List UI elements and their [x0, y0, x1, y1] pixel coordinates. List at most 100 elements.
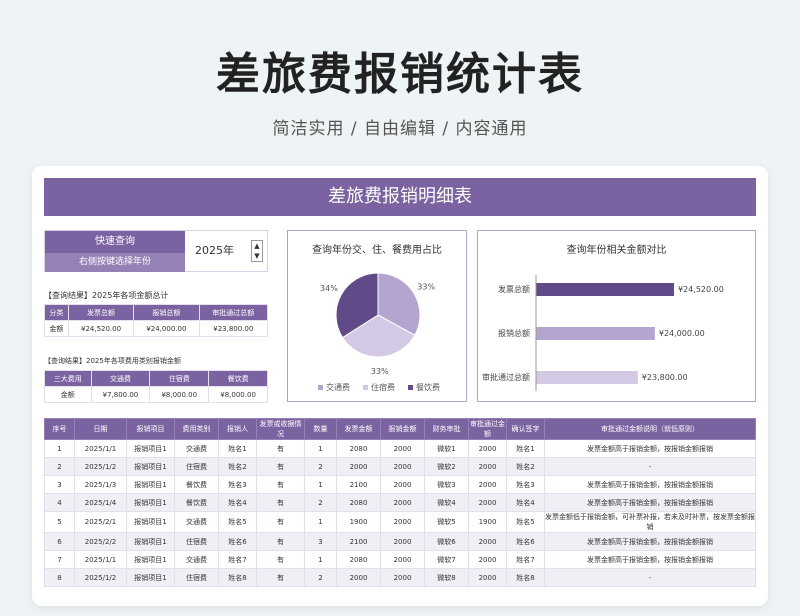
bar-chart: 发票总额 ¥24,520.00 报销总额 ¥24,000.00 审批通过总额 ¥23,80… — [482, 275, 724, 391]
table-cell: 姓名4 — [218, 493, 257, 512]
quick-query-hint: 右侧按键选择年份 — [45, 253, 185, 272]
table-cell: - — [544, 457, 756, 476]
summary1-header: 报销总额 — [133, 304, 200, 321]
table-cell: 微软6 — [424, 532, 469, 551]
year-spinner[interactable]: ▲ ▼ — [251, 240, 263, 262]
table-row: 8 2025/1/2 报销项目1 住宿费 姓名8 有 2 2000 2000 微软8 2000 姓名8… — [44, 568, 756, 587]
table-cell: 2025/1/2 — [74, 457, 127, 476]
table-cell: 发票金额低于报销金额，可补票补报，若未及时补票，按发票金额报销 — [544, 511, 756, 533]
table-cell: 姓名7 — [218, 550, 257, 569]
table-cell: 2100 — [336, 532, 381, 551]
table-cell: 报销项目1 — [126, 493, 175, 512]
summary1-header: 发票总额 — [67, 304, 135, 321]
table-cell: 微软3 — [424, 475, 469, 494]
table-cell: 报销项目1 — [126, 532, 175, 551]
table-cell: 2000 — [380, 493, 425, 512]
table-cell: 发票金额高于报销金额，按报销金额报销 — [544, 475, 756, 494]
summary2-cell: ¥7,800.00 — [90, 386, 151, 403]
table-cell: 3 — [304, 532, 337, 551]
table-cell: 2000 — [380, 532, 425, 551]
table-cell: 有 — [256, 568, 305, 587]
detail-header: 费用类别 — [174, 418, 219, 440]
table-row: 6 2025/2/2 报销项目1 住宿费 姓名6 有 3 2100 2000 微软6 2000 姓名6… — [44, 532, 756, 551]
table-cell: 有 — [256, 475, 305, 494]
table-cell: 2080 — [336, 439, 381, 458]
table-cell: 2025/2/1 — [74, 511, 127, 533]
table-cell: 2080 — [336, 550, 381, 569]
table-cell: 微软8 — [424, 568, 469, 587]
table-cell: 2080 — [336, 493, 381, 512]
table-cell: 有 — [256, 550, 305, 569]
table-cell: 7 — [44, 550, 75, 569]
table-cell: - — [544, 568, 756, 587]
summary1-table: 分类 发票总额 报销总额 审批通过总额 金额 ¥24,520.00 ¥24,00… — [44, 304, 269, 337]
table-cell: 交通费 — [174, 550, 219, 569]
table-cell: 1 — [304, 511, 337, 533]
table-cell: 2 — [44, 457, 75, 476]
bar — [536, 283, 674, 296]
summary2-header: 住宿费 — [149, 370, 210, 387]
table-cell: 住宿费 — [174, 532, 219, 551]
table-cell: 2000 — [468, 532, 507, 551]
table-cell: 交通费 — [174, 511, 219, 533]
bar-category-label: 审批通过总额 — [482, 372, 530, 382]
table-cell: 2 — [304, 568, 337, 587]
table-cell: 2025/2/2 — [74, 532, 127, 551]
legend-label: 餐饮费 — [416, 382, 440, 392]
table-cell: 1900 — [336, 511, 381, 533]
table-row: 2 2025/1/2 报销项目1 住宿费 姓名2 有 2 2000 2000 微软2 2000 姓名2… — [44, 457, 756, 476]
legend-swatch — [408, 385, 413, 390]
spinner-up-icon[interactable]: ▲ — [252, 241, 262, 251]
table-row: 5 2025/2/1 报销项目1 交通费 姓名5 有 1 1900 2000 微软5 1900 姓名5… — [44, 511, 756, 533]
quick-query-title: 快速查询 — [45, 231, 185, 253]
page-subtitle: 简洁实用 / 自由编辑 / 内容通用 — [272, 119, 528, 139]
legend-label: 住宿费 — [371, 382, 395, 392]
legend-label: 交通费 — [326, 382, 350, 392]
table-cell: 2000 — [468, 457, 507, 476]
table-cell: 姓名2 — [506, 457, 545, 476]
detail-header: 数量 — [304, 418, 337, 440]
summary1-cell: ¥24,520.00 — [67, 320, 135, 337]
detail-header: 发票金额 — [336, 418, 381, 440]
table-cell: 微软7 — [424, 550, 469, 569]
table-cell: 3 — [44, 475, 75, 494]
table-cell: 2025/1/3 — [74, 475, 127, 494]
table-row: 1 2025/1/1 报销项目1 交通费 姓名1 有 1 2080 2000 微软1 2000 姓名1… — [44, 439, 756, 458]
detail-header: 序号 — [44, 418, 75, 440]
table-cell: 2000 — [380, 568, 425, 587]
table-cell: 2000 — [468, 550, 507, 569]
summary2-header: 餐饮费 — [208, 370, 268, 387]
detail-header: 报销人 — [218, 418, 257, 440]
table-cell: 2000 — [468, 568, 507, 587]
detail-header: 审批通过金额 — [468, 418, 507, 440]
detail-header: 确认签字 — [506, 418, 545, 440]
detail-header: 发票或收据情况 — [256, 418, 305, 440]
table-cell: 2025/1/2 — [74, 568, 127, 587]
table-cell: 2000 — [468, 493, 507, 512]
table-cell: 报销项目1 — [126, 550, 175, 569]
table-cell: 有 — [256, 439, 305, 458]
summary1-header: 审批通过总额 — [198, 304, 269, 321]
table-cell: 姓名6 — [506, 532, 545, 551]
table-cell: 姓名6 — [218, 532, 257, 551]
table-cell: 1 — [304, 550, 337, 569]
table-cell: 2000 — [380, 457, 425, 476]
summary1-caption: 【查询结果】2025年各项金额总计 — [44, 291, 169, 300]
table-cell: 2 — [304, 493, 337, 512]
spinner-down-icon[interactable]: ▼ — [252, 251, 262, 261]
bar-data-label: ¥23,800.00 — [642, 373, 688, 382]
bar-data-label: ¥24,000.00 — [659, 329, 705, 338]
detail-header: 审批通过金额说明（就低原则） — [544, 418, 756, 440]
table-cell: 1 — [304, 475, 337, 494]
table-cell: 有 — [256, 511, 305, 533]
table-cell: 2000 — [336, 568, 381, 587]
table-cell: 报销项目1 — [126, 475, 175, 494]
table-cell: 2000 — [380, 439, 425, 458]
table-cell: 4 — [44, 493, 75, 512]
detail-header: 日期 — [74, 418, 127, 440]
pie-data-label: 33% — [371, 367, 389, 376]
table-cell: 姓名5 — [218, 511, 257, 533]
table-cell: 2 — [304, 457, 337, 476]
table-cell: 有 — [256, 493, 305, 512]
bar-category-label: 报销总额 — [498, 328, 530, 338]
